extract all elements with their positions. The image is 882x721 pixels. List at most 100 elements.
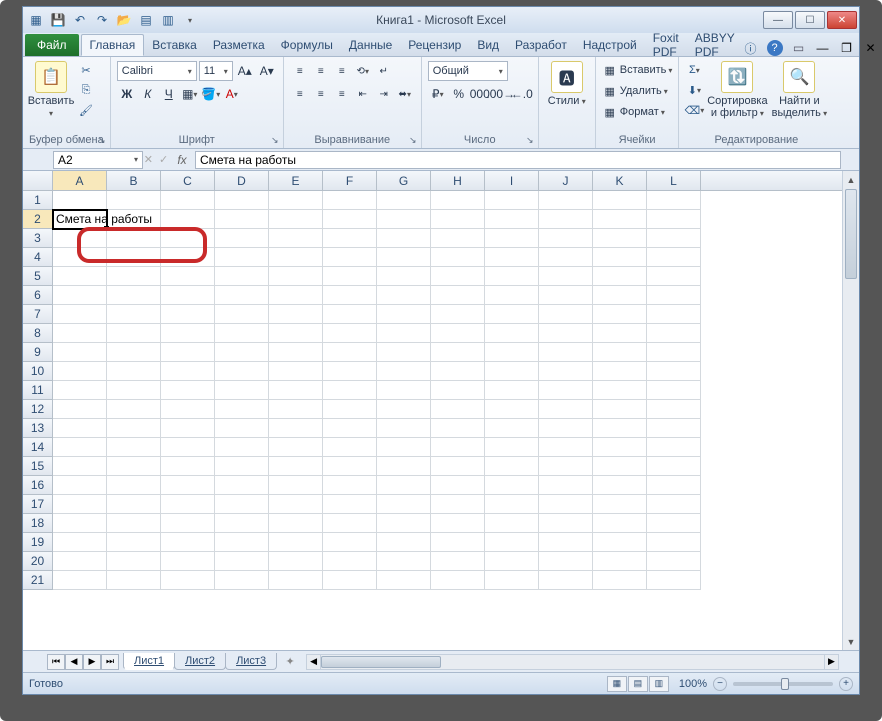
cell-G21[interactable]: [377, 571, 431, 590]
cell-B7[interactable]: [107, 305, 161, 324]
cut-icon[interactable]: ✂: [77, 61, 95, 79]
cell-I21[interactable]: [485, 571, 539, 590]
cell-B1[interactable]: [107, 191, 161, 210]
row-header-11[interactable]: 11: [23, 381, 53, 400]
row-header-2[interactable]: 2: [23, 210, 53, 229]
cell-K4[interactable]: [593, 248, 647, 267]
cell-C9[interactable]: [161, 343, 215, 362]
cell-C11[interactable]: [161, 381, 215, 400]
cell-F18[interactable]: [323, 514, 377, 533]
tab-формулы[interactable]: Формулы: [273, 34, 341, 56]
number-format-combo[interactable]: Общий▾: [428, 61, 508, 81]
workbook-minimize-icon[interactable]: —: [815, 40, 831, 56]
cell-K15[interactable]: [593, 457, 647, 476]
cell-H18[interactable]: [431, 514, 485, 533]
row-header-20[interactable]: 20: [23, 552, 53, 571]
cell-F3[interactable]: [323, 229, 377, 248]
cell-K17[interactable]: [593, 495, 647, 514]
minimize-ribbon-icon[interactable]: ⓘ: [743, 40, 759, 56]
cell-L7[interactable]: [647, 305, 701, 324]
file-tab[interactable]: Файл: [25, 34, 79, 56]
cell-C4[interactable]: [161, 248, 215, 267]
cell-G3[interactable]: [377, 229, 431, 248]
cell-F2[interactable]: [323, 210, 377, 229]
copy-icon[interactable]: ⎘: [77, 81, 95, 99]
cell-A1[interactable]: [53, 191, 107, 210]
cell-L19[interactable]: [647, 533, 701, 552]
col-header-B[interactable]: B: [107, 171, 161, 190]
align-right-icon[interactable]: ≡: [332, 84, 352, 104]
cell-B13[interactable]: [107, 419, 161, 438]
cell-J8[interactable]: [539, 324, 593, 343]
cell-G11[interactable]: [377, 381, 431, 400]
cell-E18[interactable]: [269, 514, 323, 533]
cell-G1[interactable]: [377, 191, 431, 210]
cell-I5[interactable]: [485, 267, 539, 286]
cell-E7[interactable]: [269, 305, 323, 324]
cell-D8[interactable]: [215, 324, 269, 343]
row-header-16[interactable]: 16: [23, 476, 53, 495]
cell-B10[interactable]: [107, 362, 161, 381]
cell-G16[interactable]: [377, 476, 431, 495]
scroll-down-icon[interactable]: ▼: [843, 633, 859, 650]
cell-C13[interactable]: [161, 419, 215, 438]
cell-D12[interactable]: [215, 400, 269, 419]
styles-button[interactable]: 🅰 Стили ▾: [545, 61, 589, 107]
cell-I9[interactable]: [485, 343, 539, 362]
sheet-nav-first-icon[interactable]: ⏮: [47, 654, 65, 670]
cell-C20[interactable]: [161, 552, 215, 571]
cell-E4[interactable]: [269, 248, 323, 267]
cell-C17[interactable]: [161, 495, 215, 514]
cell-F11[interactable]: [323, 381, 377, 400]
col-header-J[interactable]: J: [539, 171, 593, 190]
number-launcher-icon[interactable]: ↘: [524, 134, 536, 146]
cell-I11[interactable]: [485, 381, 539, 400]
row-header-8[interactable]: 8: [23, 324, 53, 343]
tab-вставка[interactable]: Вставка: [144, 34, 205, 56]
cell-K21[interactable]: [593, 571, 647, 590]
cell-A10[interactable]: [53, 362, 107, 381]
fill-color-icon[interactable]: 🪣▾: [201, 84, 221, 104]
cell-C6[interactable]: [161, 286, 215, 305]
cell-L4[interactable]: [647, 248, 701, 267]
cell-K11[interactable]: [593, 381, 647, 400]
cell-F14[interactable]: [323, 438, 377, 457]
align-left-icon[interactable]: ≡: [290, 84, 310, 104]
cell-B6[interactable]: [107, 286, 161, 305]
cell-A11[interactable]: [53, 381, 107, 400]
workbook-restore-icon[interactable]: ❐: [839, 40, 855, 56]
clear-icon[interactable]: ⌫▾: [685, 101, 703, 119]
cell-B5[interactable]: [107, 267, 161, 286]
page-break-view-icon[interactable]: ▥: [649, 676, 669, 692]
page-layout-view-icon[interactable]: ▤: [628, 676, 648, 692]
row-header-12[interactable]: 12: [23, 400, 53, 419]
cell-F13[interactable]: [323, 419, 377, 438]
paste-button[interactable]: 📋 Вставить ▾: [29, 61, 73, 119]
cell-L3[interactable]: [647, 229, 701, 248]
cell-D13[interactable]: [215, 419, 269, 438]
cell-I20[interactable]: [485, 552, 539, 571]
cell-B20[interactable]: [107, 552, 161, 571]
col-header-K[interactable]: K: [593, 171, 647, 190]
cell-G7[interactable]: [377, 305, 431, 324]
cell-F6[interactable]: [323, 286, 377, 305]
align-center-icon[interactable]: ≡: [311, 84, 331, 104]
cell-L21[interactable]: [647, 571, 701, 590]
decrease-font-icon[interactable]: A▾: [257, 61, 277, 81]
cell-D9[interactable]: [215, 343, 269, 362]
cell-A2[interactable]: Смета на работы: [53, 210, 107, 229]
row-header-13[interactable]: 13: [23, 419, 53, 438]
redo-icon[interactable]: ↷: [93, 11, 111, 29]
cell-I7[interactable]: [485, 305, 539, 324]
format-cells-button[interactable]: ▦Формат ▾: [602, 103, 665, 121]
cell-A17[interactable]: [53, 495, 107, 514]
find-select-button[interactable]: 🔍 Найти и выделить ▾: [771, 61, 827, 119]
vscroll-thumb[interactable]: [845, 189, 857, 279]
cell-L14[interactable]: [647, 438, 701, 457]
underline-button[interactable]: Ч: [159, 84, 179, 104]
row-header-1[interactable]: 1: [23, 191, 53, 210]
row-header-6[interactable]: 6: [23, 286, 53, 305]
cell-D19[interactable]: [215, 533, 269, 552]
cell-E3[interactable]: [269, 229, 323, 248]
row-header-9[interactable]: 9: [23, 343, 53, 362]
